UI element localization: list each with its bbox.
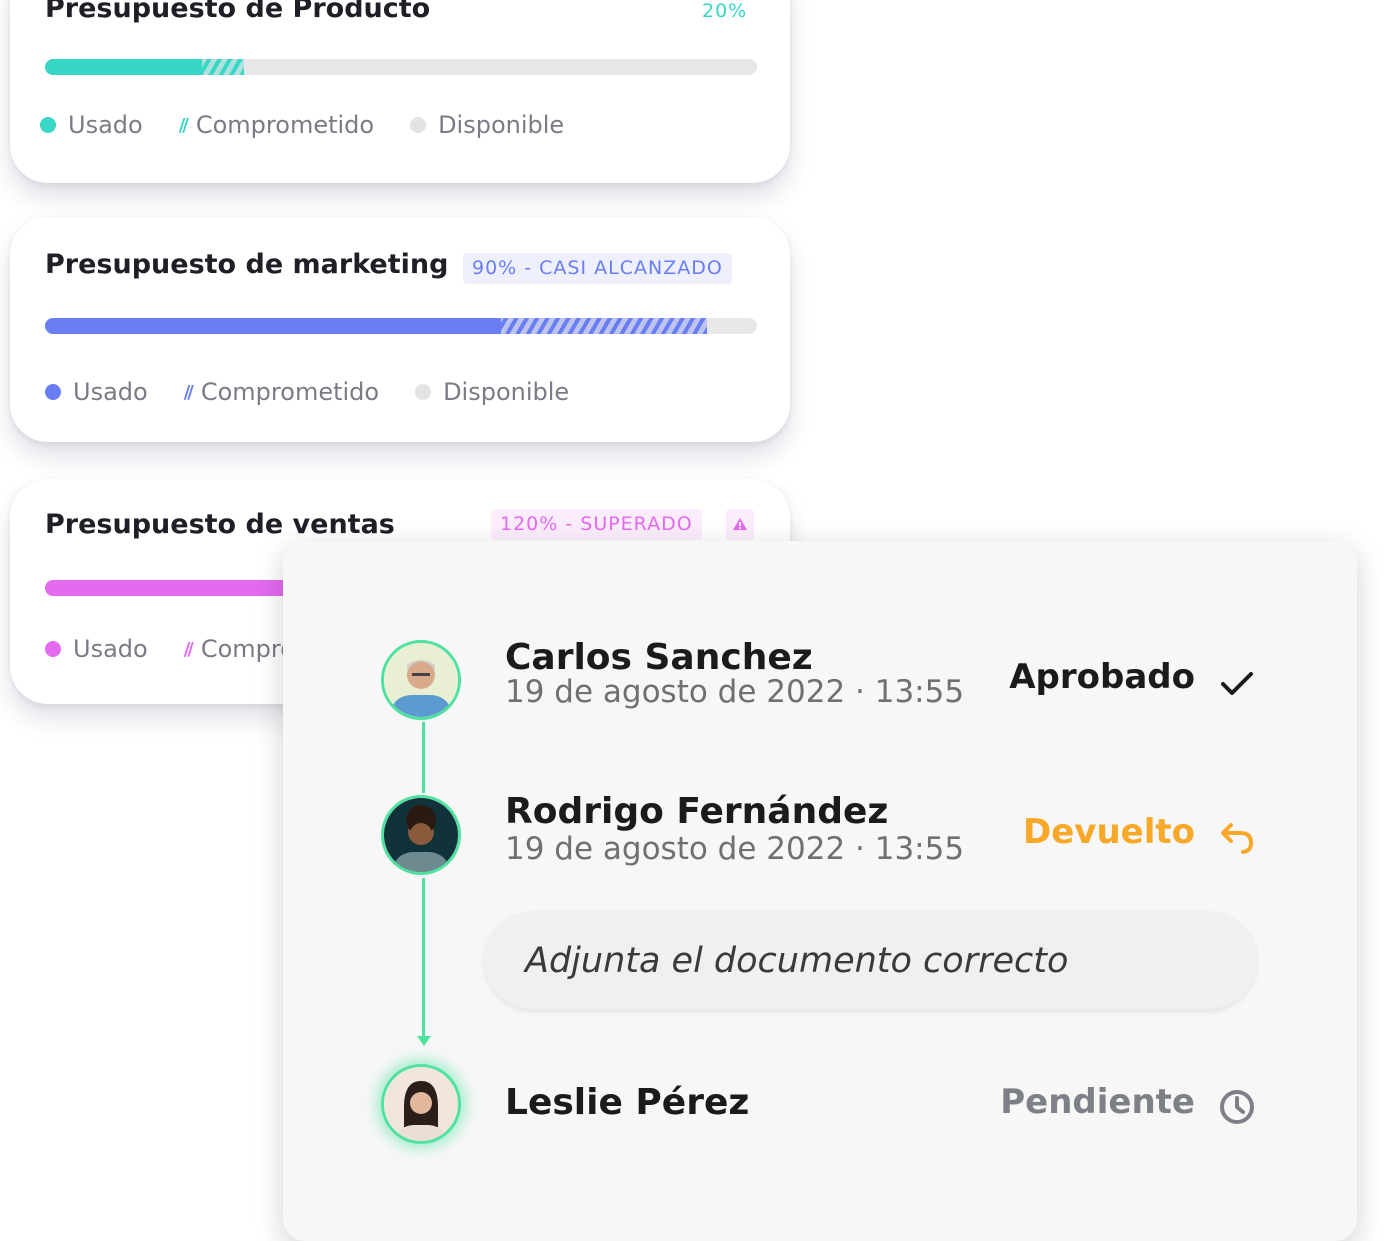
available-dot-icon bbox=[415, 384, 432, 400]
budget-legend: Usado // Comprometido Disponible bbox=[40, 110, 600, 140]
avatar-carlos bbox=[381, 640, 461, 720]
legend-available: Disponible bbox=[410, 111, 564, 139]
approval-panel: Carlos Sanchez 19 de agosto de 2022 · 13… bbox=[283, 541, 1357, 1241]
approver-name: Carlos Sanchez bbox=[505, 637, 813, 678]
legend-available-label: Disponible bbox=[443, 378, 570, 406]
legend-used: Usado bbox=[45, 635, 148, 663]
legend-available-label: Disponible bbox=[438, 111, 565, 139]
warning-triangle-icon bbox=[726, 509, 754, 540]
used-dot-icon bbox=[45, 384, 61, 400]
hatch-icon: // bbox=[183, 381, 194, 403]
budget-title: Presupuesto de Producto bbox=[45, 0, 431, 24]
approver-name: Leslie Pérez bbox=[505, 1082, 750, 1123]
budget-title: Presupuesto de ventas bbox=[45, 509, 395, 540]
timeline-arrow-icon bbox=[417, 1036, 431, 1046]
available-dot-icon bbox=[410, 117, 427, 133]
legend-used-label: Usado bbox=[73, 378, 148, 406]
approver-name: Rodrigo Fernández bbox=[505, 791, 889, 832]
avatar-leslie bbox=[381, 1064, 461, 1144]
hatch-icon: // bbox=[183, 638, 194, 660]
budget-legend: Usado // Comprometido Disponible bbox=[45, 377, 605, 407]
budget-badge: 90% - CASI ALCANZADO bbox=[463, 253, 732, 284]
legend-used-label: Usado bbox=[73, 635, 148, 663]
used-segment bbox=[45, 59, 202, 75]
used-dot-icon bbox=[40, 117, 56, 133]
budget-progress-bar bbox=[45, 59, 757, 75]
budget-card-marketing: Presupuesto de marketing 90% - CASI ALCA… bbox=[10, 217, 790, 442]
legend-available: Disponible bbox=[415, 378, 569, 406]
budget-title: Presupuesto de marketing bbox=[45, 249, 449, 280]
legend-committed: // Comprometido bbox=[184, 378, 379, 406]
budget-progress-bar bbox=[45, 318, 757, 334]
avatar-rodrigo bbox=[381, 795, 461, 875]
budget-badge: 20% bbox=[702, 0, 748, 22]
legend-committed: // Comprometido bbox=[179, 111, 374, 139]
timeline-connector bbox=[422, 878, 425, 1038]
hatch-icon: // bbox=[178, 114, 189, 136]
legend-committed-label: Comprometido bbox=[200, 378, 380, 406]
legend-used-label: Usado bbox=[68, 111, 143, 139]
status-label: Aprobado bbox=[1009, 657, 1195, 697]
timeline-connector bbox=[422, 722, 425, 793]
budget-card-producto: Presupuesto de Producto 20% Usado // Com… bbox=[10, 0, 790, 183]
status-label: Devuelto bbox=[1023, 812, 1195, 852]
used-segment bbox=[45, 318, 501, 334]
return-arrow-icon bbox=[1217, 817, 1257, 861]
legend-committed-label: Comprometido bbox=[195, 111, 375, 139]
used-dot-icon bbox=[45, 641, 61, 657]
status-label: Pendiente bbox=[1000, 1082, 1195, 1122]
approval-date: 19 de agosto de 2022 · 13:55 bbox=[505, 674, 965, 710]
legend-used: Usado bbox=[40, 111, 143, 139]
legend-used: Usado bbox=[45, 378, 148, 406]
check-icon bbox=[1217, 666, 1257, 706]
comment-text: Adjunta el documento correcto bbox=[525, 941, 1069, 981]
approval-date: 19 de agosto de 2022 · 13:55 bbox=[505, 831, 965, 867]
clock-icon bbox=[1217, 1087, 1257, 1131]
budget-badge: 120% - SUPERADO bbox=[491, 509, 702, 540]
comment-bubble: Adjunta el documento correcto bbox=[484, 911, 1257, 1009]
